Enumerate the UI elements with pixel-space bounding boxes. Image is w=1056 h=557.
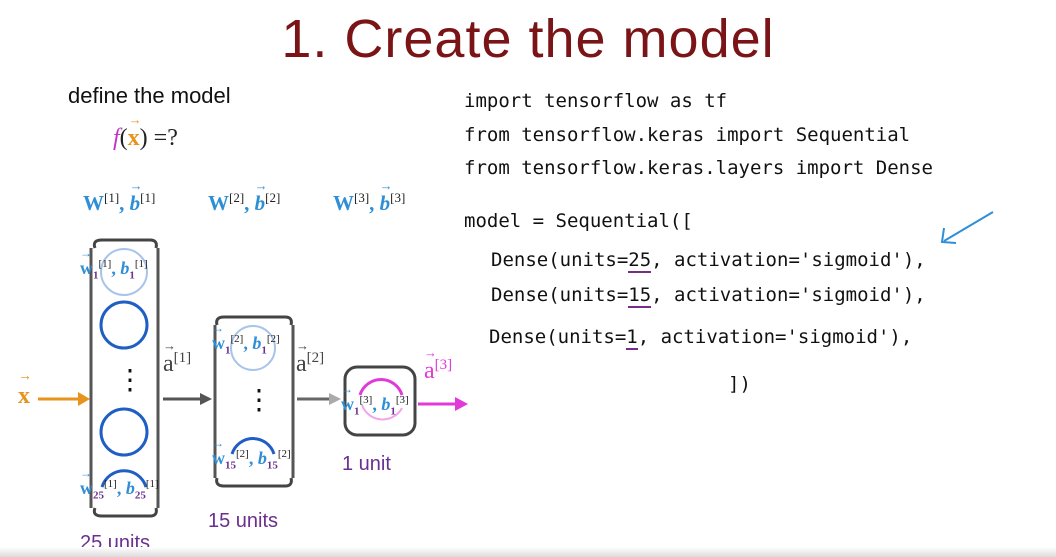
vector-arrow-icon: →: [80, 246, 92, 260]
input-x-label: → x: [18, 369, 32, 409]
arrow-a2-icon: [297, 393, 341, 405]
l3-weight-label: → w1[3], b1[3]: [341, 382, 409, 418]
vector-arrow-icon: →: [296, 338, 309, 353]
annotation-arrow-icon: [940, 211, 994, 244]
vector-arrow-icon: →: [18, 369, 32, 384]
vector-arrow-icon: →: [163, 338, 176, 353]
vector-arrow-icon: →: [80, 466, 92, 480]
vector-arrow-icon: →: [341, 382, 353, 396]
vector-arrow-icon: →: [424, 345, 437, 360]
arrow-a1-icon: [163, 393, 212, 405]
l2-bottom-weight-label: → w15[2], b15[2]: [212, 436, 291, 472]
activation-a2-label: → a[2]: [296, 338, 325, 377]
layer-3-units: 1 unit: [342, 453, 391, 475]
layer-2-units: 15 units: [208, 510, 279, 532]
bottom-bar: [0, 547, 1056, 557]
vector-arrow-icon: →: [212, 321, 224, 335]
activation-a3-label: → a[3]: [424, 345, 453, 384]
layer-1-ellipsis: ⋮: [116, 365, 144, 396]
l1-bottom-weight-label: → w25[1], b25[1]: [80, 466, 159, 502]
network-diagram: [38, 211, 994, 518]
neuron-l1-2: [99, 300, 149, 350]
vector-arrow-icon: →: [212, 436, 224, 450]
activation-a1-label: → a[1]: [163, 338, 192, 377]
output-arrow-icon: [418, 397, 468, 411]
neuron-l1-3: [99, 407, 149, 457]
neuron-l3: [358, 378, 404, 396]
input-arrow-icon: [38, 392, 90, 406]
l1-top-weight-label: → w1[1], b1[1]: [80, 246, 148, 282]
layer-2-ellipsis: ⋮: [245, 385, 273, 416]
l2-top-weight-label: → w1[2], b1[2]: [212, 321, 280, 357]
